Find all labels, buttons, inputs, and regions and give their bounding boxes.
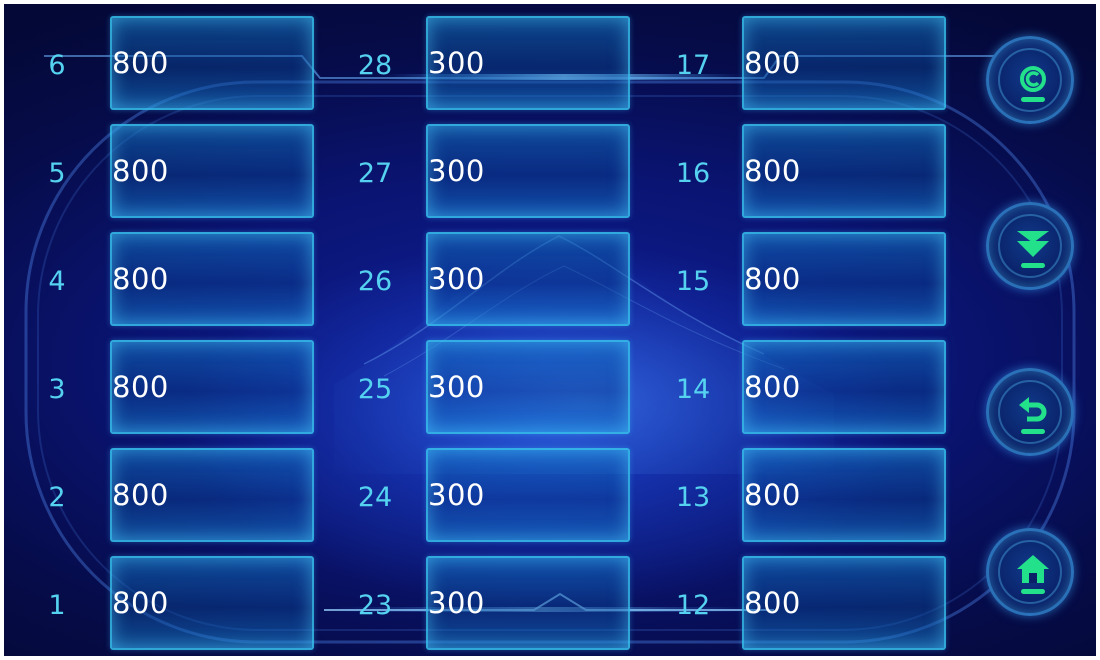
return-arrow-icon [1019, 397, 1047, 434]
row-label: 12 [675, 590, 711, 621]
row-label: 6 [48, 50, 66, 81]
cell-value: 800 [744, 46, 801, 80]
value-cell[interactable]: 300 [426, 124, 630, 218]
row-label: 24 [357, 482, 393, 513]
cell-value: 300 [428, 262, 485, 296]
cell-value: 800 [112, 586, 169, 620]
value-cell[interactable]: 800 [742, 556, 946, 650]
return-button[interactable] [986, 368, 1074, 456]
cell-value: 800 [744, 478, 801, 512]
value-cell[interactable]: 300 [426, 232, 630, 326]
cell-value: 300 [428, 586, 485, 620]
row-label: 1 [48, 590, 66, 621]
value-cell[interactable]: 300 [426, 16, 630, 110]
cell-value: 800 [744, 154, 801, 188]
cell-value: 800 [112, 154, 169, 188]
value-cell[interactable]: 300 [426, 448, 630, 542]
value-cell[interactable]: 800 [742, 124, 946, 218]
value-cell[interactable]: 800 [110, 340, 314, 434]
clear-button[interactable] [986, 36, 1074, 124]
clear-c-icon [1020, 66, 1046, 102]
row-label: 25 [357, 374, 393, 405]
value-cell[interactable]: 800 [742, 16, 946, 110]
hmi-screen: 6 800 5 800 4 800 3 800 2 800 1 800 28 3… [4, 4, 1096, 656]
row-label: 27 [357, 158, 393, 189]
value-cell[interactable]: 800 [110, 556, 314, 650]
row-label: 5 [48, 158, 66, 189]
home-button[interactable] [986, 528, 1074, 616]
row-label: 17 [675, 50, 711, 81]
row-label: 16 [675, 158, 711, 189]
row-label: 2 [48, 482, 66, 513]
row-label: 14 [675, 374, 711, 405]
value-cell[interactable]: 300 [426, 340, 630, 434]
value-cell[interactable]: 800 [110, 232, 314, 326]
cell-value: 300 [428, 46, 485, 80]
home-icon [1017, 555, 1049, 594]
value-cell[interactable]: 300 [426, 556, 630, 650]
cell-value: 800 [744, 262, 801, 296]
cell-value: 800 [112, 262, 169, 296]
value-cell[interactable]: 800 [742, 232, 946, 326]
row-label: 15 [675, 266, 711, 297]
value-cell[interactable]: 800 [742, 448, 946, 542]
row-label: 28 [357, 50, 393, 81]
row-label: 23 [357, 590, 393, 621]
cell-value: 800 [744, 370, 801, 404]
cell-value: 300 [428, 370, 485, 404]
cell-value: 800 [744, 586, 801, 620]
value-cell[interactable]: 800 [742, 340, 946, 434]
cell-value: 800 [112, 46, 169, 80]
row-label: 3 [48, 374, 66, 405]
cell-value: 300 [428, 154, 485, 188]
value-cell[interactable]: 800 [110, 124, 314, 218]
value-cell[interactable]: 800 [110, 16, 314, 110]
cell-value: 800 [112, 478, 169, 512]
download-button[interactable] [986, 202, 1074, 290]
row-label: 26 [357, 266, 393, 297]
cell-value: 800 [112, 370, 169, 404]
row-label: 13 [675, 482, 711, 513]
row-label: 4 [48, 266, 66, 297]
cell-value: 300 [428, 478, 485, 512]
download-arrow-icon [1017, 231, 1049, 268]
value-cell[interactable]: 800 [110, 448, 314, 542]
